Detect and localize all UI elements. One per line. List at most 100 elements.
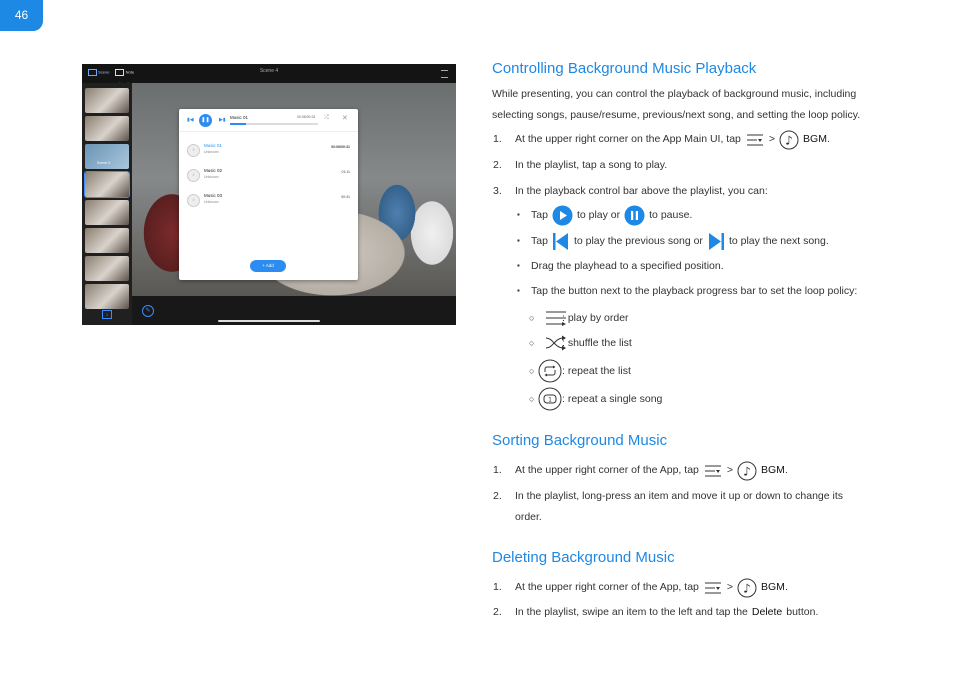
playlist-item: ♪ Music 03 Unknown 00:41 (179, 191, 358, 211)
gt-symbol: > (768, 133, 776, 145)
thumbnail-selected (84, 171, 130, 198)
music-note-icon: ♪ (187, 194, 200, 207)
thumbnail (85, 284, 129, 309)
shuffle-icon: ⤮ (324, 115, 329, 121)
menu-icon (441, 70, 448, 78)
bgm-icon: ♪ (737, 461, 757, 480)
play-or-text: to play or (576, 209, 621, 221)
step-number: 1. (493, 133, 502, 145)
app-screenshot: Scene Note Scene 4 New Business Scene 3 … (82, 64, 456, 325)
music-note-icon: ♪ (187, 169, 200, 182)
scene-header: Scene 4 New Business (82, 68, 456, 86)
gt-symbol: > (726, 464, 734, 476)
play-icon (552, 205, 573, 226)
home-indicator (218, 320, 320, 322)
scene-thumbnails: Scene 3 (82, 83, 132, 325)
previous-icon: ▮◀ (187, 117, 194, 123)
thumbnail (85, 116, 129, 141)
loop-order-text: : play by order (562, 312, 629, 324)
step-text: In the playlist, swipe an item to the le… (515, 602, 818, 623)
loop-repeat-single-text: : repeat a single song (562, 393, 663, 405)
step-number: 2. (493, 606, 502, 618)
now-playing-title: Music 01 (230, 115, 249, 120)
edit-icon: ✎ (142, 305, 154, 317)
bullet-text: Tap to play the previous song or to play… (531, 231, 829, 252)
playlist-item: ♪ Music 02 Unknown 01:11 (179, 166, 358, 186)
step-text: At the upper right corner of the App, ta… (515, 460, 788, 481)
intro-paragraph: While presenting, you can control the pl… (492, 88, 861, 121)
bullet-dot: ▪ (517, 210, 520, 219)
page-number: 46 (0, 0, 43, 31)
step-text: In the playback control bar above the pl… (515, 185, 768, 197)
next-text: to play the next song. (728, 235, 829, 247)
song-artist: Unknown (204, 200, 219, 204)
song-name: Music 01 (204, 143, 223, 148)
bgm-label: BGM (761, 464, 785, 476)
circle-bullet: ○ (529, 394, 535, 404)
menu-list-icon (704, 465, 721, 476)
bullet-dot: ▪ (517, 261, 520, 270)
circle-bullet: ○ (529, 366, 535, 376)
repeat-single-icon: 1 (538, 387, 562, 411)
song-time: 00:41 (341, 195, 350, 199)
bgm-icon: ♪ (779, 130, 799, 149)
delete-label: Delete (751, 606, 783, 618)
gt-symbol: > (726, 581, 734, 593)
progress-bar (230, 123, 318, 125)
thumbnail (85, 228, 129, 253)
bullet-text: Tap the button next to the playback prog… (531, 285, 858, 297)
step-1-text: At the upper right corner of the App, ta… (515, 581, 699, 593)
bullet-text: Drag the playhead to a specified positio… (531, 260, 724, 272)
close-icon: ✕ (342, 115, 348, 122)
pause-icon: ❚❚ (199, 114, 212, 127)
svg-text:♪: ♪ (785, 133, 793, 147)
add-music-button: + Add (250, 260, 286, 272)
song-artist: Unknown (204, 150, 219, 154)
step-text: At the upper right corner of the App, ta… (515, 577, 788, 598)
bgm-player-panel: ▮◀ ❚❚ ▶▮ Music 01 00:06/00:31 ⤮ ✕ ♪ Musi… (179, 109, 358, 280)
step-text: In the playlist, long-press an item and … (515, 490, 844, 523)
song-artist: Unknown (204, 175, 219, 179)
thumbnail: Scene 3 (85, 144, 129, 169)
playback-control-bar: ▮◀ ❚❚ ▶▮ Music 01 00:06/00:31 ⤮ ✕ (179, 109, 358, 132)
section-heading-deleting: Deleting Background Music (492, 549, 675, 566)
period: . (826, 133, 830, 145)
bgm-label: BGM (761, 581, 785, 593)
music-note-icon: ♪ (187, 144, 200, 157)
period: . (784, 581, 788, 593)
step-number: 3. (493, 185, 502, 197)
loop-shuffle-text: : shuffle the list (562, 337, 632, 349)
step-number: 2. (493, 159, 502, 171)
period: . (784, 464, 788, 476)
previous-text: to play the previous song or (573, 235, 703, 247)
circle-bullet: ○ (529, 338, 535, 348)
circle-bullet: ○ (529, 313, 535, 323)
step-2-pre: In the playlist, swipe an item to the le… (515, 606, 748, 618)
to-pause-text: to pause. (649, 209, 693, 221)
step-1-text: At the upper right corner on the App Mai… (515, 133, 741, 145)
song-time: 00:06/00:31 (331, 145, 350, 149)
bullet-dot: ▪ (517, 236, 520, 245)
menu-list-icon (746, 134, 763, 145)
svg-text:1: 1 (548, 397, 552, 404)
thumbnail (85, 200, 129, 225)
thumbnail (85, 256, 129, 281)
tap-text: Tap (531, 235, 548, 247)
step-number: 1. (493, 581, 502, 593)
repeat-list-icon (538, 359, 562, 383)
step-number: 1. (493, 464, 502, 476)
bgm-icon: ♪ (737, 578, 757, 597)
playlist-item: ♪ Music 01 Unknown 00:06/00:31 (179, 141, 358, 161)
step-text: In the playlist, tap a song to play. (515, 159, 668, 171)
song-time: 01:11 (341, 170, 351, 174)
app-topbar: Scene Note Scene 4 New Business (82, 64, 456, 86)
step-text: At the upper right corner on the App Mai… (515, 129, 830, 150)
scene-title: Scene 4 (259, 68, 279, 74)
loop-repeat-list-text: : repeat the list (562, 365, 631, 377)
svg-text:♪: ♪ (743, 581, 751, 595)
next-icon (708, 233, 724, 250)
svg-text:♪: ♪ (743, 464, 751, 478)
section-heading-control: Controlling Background Music Playback (492, 60, 757, 77)
section-heading-sorting: Sorting Background Music (492, 432, 668, 449)
pause-icon (624, 205, 645, 226)
